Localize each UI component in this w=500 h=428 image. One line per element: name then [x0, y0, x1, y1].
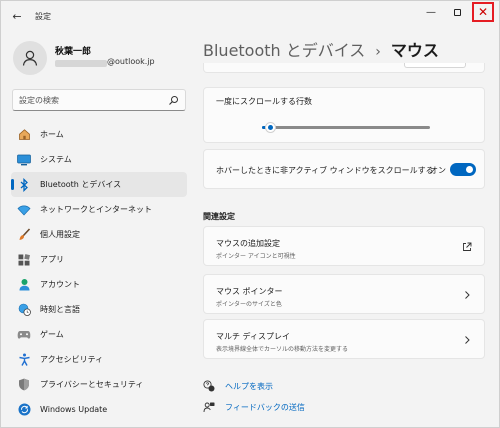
toggle-state-label: オン: [430, 166, 446, 175]
external-link-icon: [461, 241, 472, 252]
sidebar-item-accounts[interactable]: アカウント: [11, 272, 187, 297]
card-subtitle: 表示境界線全体でカーソルの移動方法を変更する: [216, 346, 349, 353]
scroll-inactive-label: ホバーしたときに非アクティブ ウィンドウをスクロールする: [216, 166, 434, 175]
scroll-lines-slider-thumb[interactable]: [265, 122, 276, 133]
accessibility-icon: [17, 353, 31, 367]
page-title: マウス: [390, 41, 439, 60]
sidebar-item-label: ネットワークとインターネット: [40, 205, 152, 214]
brush-icon: [17, 228, 31, 242]
sidebar-item-label: 個人用設定: [40, 230, 80, 239]
chevron-right-icon: [461, 289, 472, 300]
scroll-inactive-toggle[interactable]: [450, 163, 476, 176]
sidebar-item-personalization[interactable]: 個人用設定: [11, 222, 187, 247]
sidebar-item-system[interactable]: システム: [11, 147, 187, 172]
additional-mouse-settings-card[interactable]: マウスの追加設定 ポインター アイコンと可視性: [203, 226, 485, 266]
wifi-icon: [17, 203, 31, 217]
close-button[interactable]: ✕: [472, 2, 494, 22]
shield-icon: [17, 378, 31, 392]
user-email: @outlook.jp: [107, 57, 155, 66]
sidebar-item-label: システム: [40, 155, 72, 164]
user-name: 秋葉一郎: [55, 47, 92, 57]
toggle-knob: [466, 166, 473, 173]
card-title: マウス ポインター: [216, 287, 283, 296]
sidebar-item-home[interactable]: ホーム: [11, 122, 187, 147]
feedback-link[interactable]: フィードバックの送信: [225, 402, 305, 413]
breadcrumb-parent[interactable]: Bluetooth とデバイス: [203, 37, 365, 61]
settings-search[interactable]: [12, 89, 186, 111]
sidebar-item-accessibility[interactable]: アクセシビリティ: [11, 347, 187, 372]
gamepad-icon: [17, 328, 31, 342]
breadcrumb-separator: ›: [375, 44, 381, 60]
card-title: マウスの追加設定: [216, 239, 280, 248]
sidebar-nav: ホーム システム Bluetooth とデバイス ネットワークとインターネット …: [11, 122, 187, 422]
globe-clock-icon: [17, 303, 31, 317]
sidebar-item-label: Windows Update: [40, 405, 108, 414]
card-title: マルチ ディスプレイ: [216, 332, 290, 341]
feedback-icon: [203, 401, 215, 413]
help-icon: [203, 380, 215, 392]
sidebar-item-gaming[interactable]: ゲーム: [11, 322, 187, 347]
mouse-pointer-card[interactable]: マウス ポインター ポインターのサイズと色: [203, 274, 485, 314]
feedback-row[interactable]: フィードバックの送信: [203, 399, 305, 415]
account-icon: [17, 278, 31, 292]
maximize-icon: [453, 8, 461, 16]
chevron-right-icon: [461, 334, 472, 345]
multi-display-card[interactable]: マルチ ディスプレイ 表示境界線全体でカーソルの移動方法を変更する: [203, 319, 485, 359]
email-redaction: [55, 60, 107, 67]
search-input[interactable]: [19, 94, 165, 107]
sidebar-item-label: Bluetooth とデバイス: [40, 180, 122, 189]
sidebar-item-bluetooth[interactable]: Bluetooth とデバイス: [11, 172, 187, 197]
sidebar-item-privacy[interactable]: プライバシーとセキュリティ: [11, 372, 187, 397]
search-icon[interactable]: [168, 95, 179, 106]
sidebar-item-label: プライバシーとセキュリティ: [40, 380, 144, 389]
avatar: [13, 41, 47, 75]
previous-setting-control[interactable]: [404, 63, 466, 68]
minimize-button[interactable]: —: [419, 1, 443, 23]
card-subtitle: ポインター アイコンと可視性: [216, 253, 296, 260]
related-settings-title: 関連設定: [203, 212, 235, 221]
system-icon: [17, 153, 31, 167]
previous-setting-card: [203, 63, 485, 73]
sidebar-item-label: ホーム: [40, 130, 64, 139]
scroll-lines-card: 一度にスクロールする行数: [203, 87, 485, 143]
scroll-lines-slider-track[interactable]: [262, 126, 430, 129]
back-button[interactable]: ←: [7, 7, 27, 25]
sidebar-item-label: 時刻と言語: [40, 305, 80, 314]
scroll-lines-label: 一度にスクロールする行数: [216, 97, 312, 106]
sidebar-item-time-language[interactable]: 時刻と言語: [11, 297, 187, 322]
window-title: 設定: [35, 12, 51, 21]
account-info[interactable]: 秋葉一郎 @outlook.jp: [13, 41, 193, 75]
sidebar-item-label: アプリ: [40, 255, 64, 264]
person-icon: [22, 50, 38, 66]
get-help-link[interactable]: ヘルプを表示: [225, 381, 273, 392]
sidebar-item-apps[interactable]: アプリ: [11, 247, 187, 272]
sidebar-item-windows-update[interactable]: Windows Update: [11, 397, 187, 422]
sidebar-item-network[interactable]: ネットワークとインターネット: [11, 197, 187, 222]
sidebar-item-label: アカウント: [40, 280, 80, 289]
minimize-icon: —: [426, 6, 436, 18]
bluetooth-icon: [17, 177, 31, 192]
sidebar-item-label: アクセシビリティ: [40, 355, 104, 364]
card-subtitle: ポインターのサイズと色: [216, 301, 282, 308]
scroll-inactive-card: ホバーしたときに非アクティブ ウィンドウをスクロールする オン: [203, 149, 485, 189]
back-arrow-icon: ←: [12, 9, 22, 23]
update-icon: [17, 403, 31, 417]
sidebar-item-label: ゲーム: [40, 330, 64, 339]
close-icon: ✕: [477, 5, 489, 19]
title-bar: ← 設定 — ✕: [1, 1, 499, 31]
settings-window: ← 設定 — ✕ 秋葉一郎 @outlook.jp 設定の検索 ホーム システム…: [0, 0, 500, 428]
maximize-button[interactable]: [445, 1, 469, 23]
apps-icon: [17, 253, 31, 267]
breadcrumb: Bluetooth とデバイス › マウス: [203, 37, 439, 61]
get-help-row[interactable]: ヘルプを表示: [203, 378, 273, 394]
home-icon: [17, 128, 31, 142]
